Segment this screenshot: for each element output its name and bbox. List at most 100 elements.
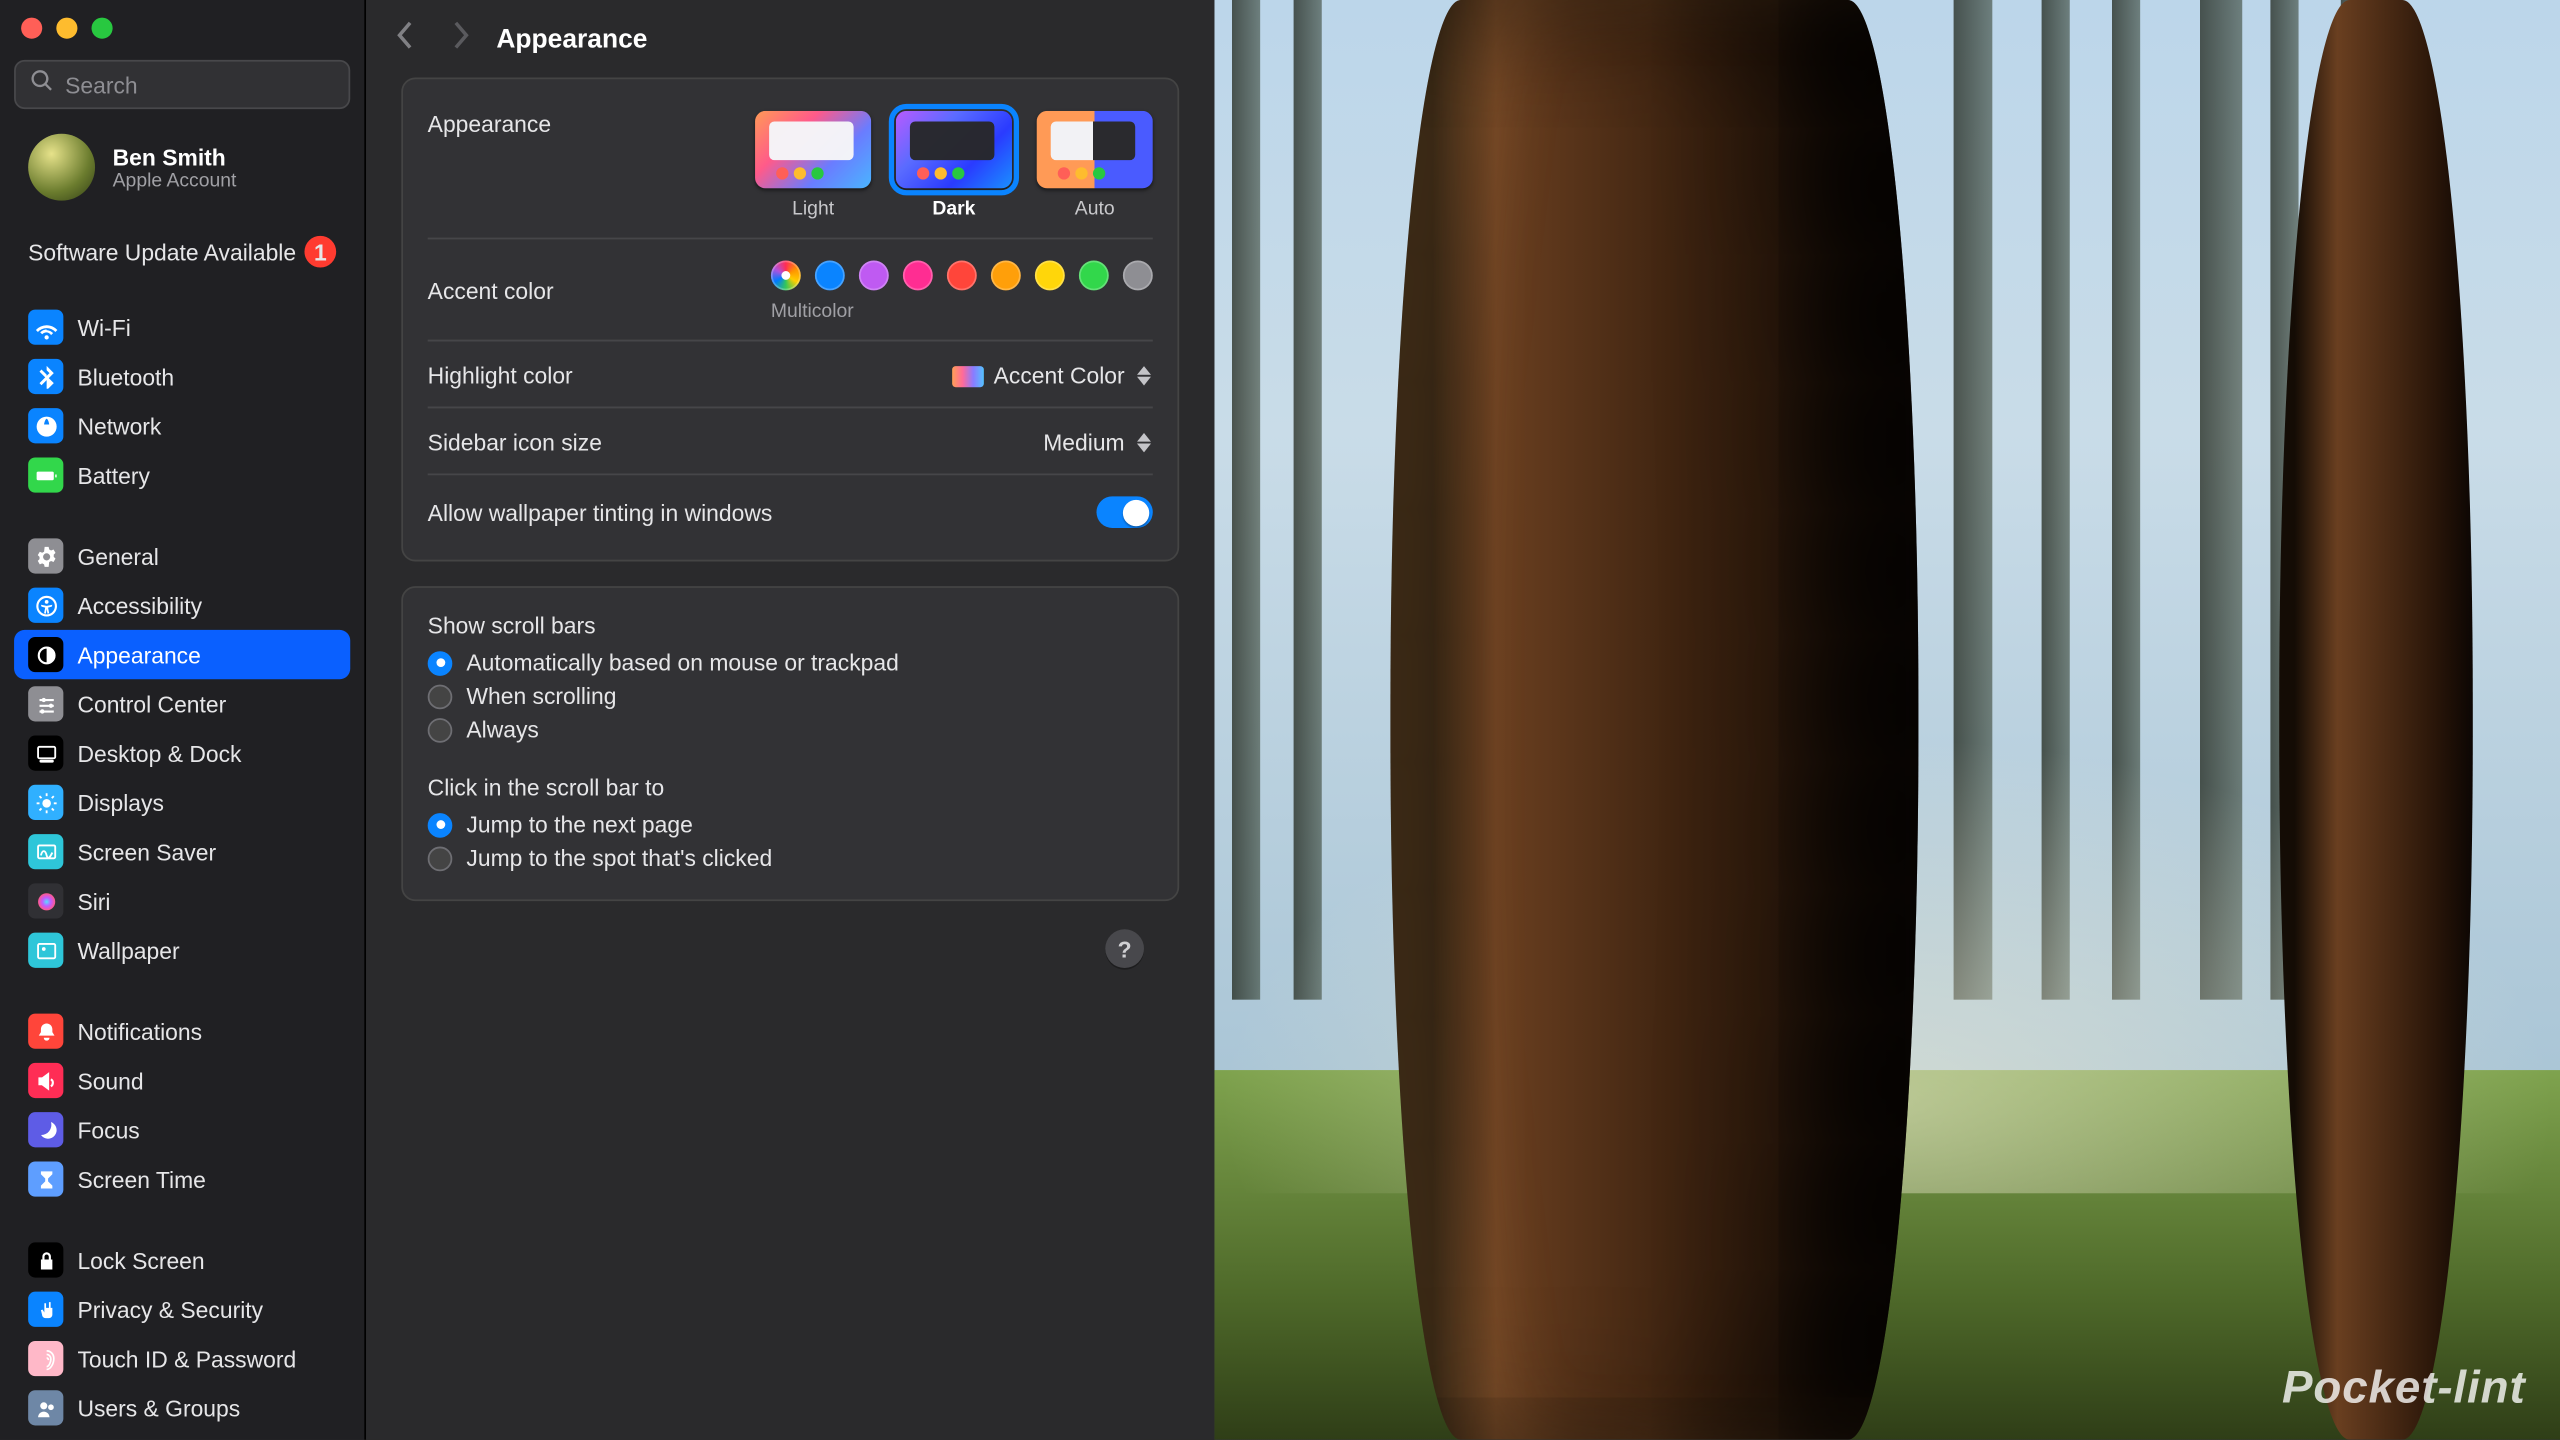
highlight-color-value: Accent Color (994, 363, 1125, 389)
sidebar-icon-size-label: Sidebar icon size (428, 429, 602, 455)
sidebar-item-privacy-security[interactable]: Privacy & Security (14, 1285, 350, 1334)
wifi-icon (28, 310, 63, 345)
nav-forward-button[interactable] (449, 20, 472, 57)
hourglass-icon (28, 1162, 63, 1197)
highlight-swatch (951, 365, 983, 386)
sidebar-item-label: Focus (77, 1117, 139, 1143)
appearance-icon (28, 637, 63, 672)
radio-label: Always (466, 716, 538, 742)
sidebar-item-label: Battery (77, 462, 149, 488)
lock-icon (28, 1243, 63, 1278)
chevron-up-down-icon (1135, 366, 1153, 385)
sidebar-item-label: Users & Groups (77, 1395, 240, 1421)
wallpaper-tinting-toggle[interactable] (1096, 496, 1152, 528)
sidebar-item-label: Screen Time (77, 1166, 205, 1192)
accent-swatch-green[interactable] (1079, 260, 1109, 290)
screensaver-icon (28, 834, 63, 869)
sidebar-item-label: Wi-Fi (77, 314, 130, 340)
dock-icon (28, 736, 63, 771)
moon-icon (28, 1112, 63, 1147)
update-count-badge: 1 (304, 236, 336, 268)
sidebar-icon-size-select[interactable]: Medium (1043, 429, 1153, 455)
sidebar: Ben Smith Apple Account Software Update … (0, 0, 366, 1440)
sidebar-item-battery[interactable]: Battery (14, 451, 350, 500)
sidebar-item-wallpaper[interactable]: Wallpaper (14, 926, 350, 975)
sidebar-item-touch-id-password[interactable]: Touch ID & Password (14, 1334, 350, 1383)
scrollbars-option-2[interactable]: Always (428, 713, 1153, 746)
sun-icon (28, 785, 63, 820)
scroll_click-option-1[interactable]: Jump to the spot that's clicked (428, 841, 1153, 874)
battery-icon (28, 458, 63, 493)
sidebar-item-screen-saver[interactable]: Screen Saver (14, 827, 350, 876)
users-icon (28, 1390, 63, 1425)
sidebar-item-appearance[interactable]: Appearance (14, 630, 350, 679)
sidebar-item-notifications[interactable]: Notifications (14, 1007, 350, 1056)
radio-label: Jump to the next page (466, 811, 692, 837)
window-controls (0, 0, 364, 53)
accent-swatch-red[interactable] (947, 260, 977, 290)
avatar (28, 134, 95, 201)
window-zoom-button[interactable] (92, 18, 113, 39)
sidebar-item-bluetooth[interactable]: Bluetooth (14, 352, 350, 401)
sidebar-item-label: Displays (77, 789, 163, 815)
radio-icon (428, 846, 453, 871)
appearance-option-light[interactable]: Light (755, 111, 871, 220)
accent-swatch-pink[interactable] (903, 260, 933, 290)
sidebar-item-focus[interactable]: Focus (14, 1105, 350, 1154)
hand-icon (28, 1292, 63, 1327)
chevron-up-down-icon (1135, 433, 1153, 452)
highlight-color-select[interactable]: Accent Color (951, 363, 1152, 389)
page-title: Appearance (496, 24, 647, 54)
sidebar-item-screen-time[interactable]: Screen Time (14, 1155, 350, 1204)
scroll-panel: Show scroll bars Automatically based on … (401, 586, 1179, 901)
accent-swatch-purple[interactable] (859, 260, 889, 290)
sidebar-item-accessibility[interactable]: Accessibility (14, 581, 350, 630)
window-minimize-button[interactable] (56, 18, 77, 39)
scroll_click-option-0[interactable]: Jump to the next page (428, 808, 1153, 841)
radio-icon (428, 812, 453, 837)
sidebar-item-users-groups[interactable]: Users & Groups (14, 1383, 350, 1432)
window-close-button[interactable] (21, 18, 42, 39)
sidebar-item-network[interactable]: Network (14, 401, 350, 450)
topbar: Appearance (366, 0, 1214, 77)
accent-swatch-yellow[interactable] (1035, 260, 1065, 290)
sidebar-item-displays[interactable]: Displays (14, 778, 350, 827)
search-input[interactable] (65, 71, 375, 97)
nav-back-button[interactable] (394, 20, 417, 57)
sidebar-item-sound[interactable]: Sound (14, 1056, 350, 1105)
accent-swatch-blue[interactable] (815, 260, 845, 290)
radio-icon (428, 717, 453, 742)
sidebar-item-label: Touch ID & Password (77, 1346, 296, 1372)
sidebar-item-siri[interactable]: Siri (14, 876, 350, 925)
siri-icon (28, 884, 63, 919)
apple-account-row[interactable]: Ben Smith Apple Account (0, 123, 364, 218)
software-update-label: Software Update Available (28, 238, 296, 264)
sidebar-item-wi-fi[interactable]: Wi-Fi (14, 303, 350, 352)
sidebar-item-general[interactable]: General (14, 532, 350, 581)
sidebar-item-label: Control Center (77, 691, 226, 717)
scrollbars-option-1[interactable]: When scrolling (428, 679, 1153, 712)
sidebar-item-label: Screen Saver (77, 839, 216, 865)
radio-label: Jump to the spot that's clicked (466, 845, 772, 871)
scroll-click-title: Click in the scroll bar to (428, 774, 1153, 807)
gear-icon (28, 539, 63, 574)
desktop-wallpaper: Pocket-lint (1214, 0, 2560, 1440)
scrollbars-option-0[interactable]: Automatically based on mouse or trackpad (428, 646, 1153, 679)
sidebar-item-control-center[interactable]: Control Center (14, 679, 350, 728)
appearance-option-label: Dark (932, 199, 975, 220)
sidebar-item-label: Bluetooth (77, 363, 174, 389)
accent-swatch-multicolor[interactable] (771, 260, 801, 290)
search-field[interactable] (14, 60, 350, 109)
sidebar-item-lock-screen[interactable]: Lock Screen (14, 1236, 350, 1285)
accent-swatch-graphite[interactable] (1123, 260, 1153, 290)
accent-swatch-orange[interactable] (991, 260, 1021, 290)
sidebar-item-desktop-dock[interactable]: Desktop & Dock (14, 729, 350, 778)
sidebar-item-label: Siri (77, 888, 110, 914)
account-name: Ben Smith (113, 143, 237, 169)
appearance-option-auto[interactable]: Auto (1037, 111, 1153, 220)
appearance-option-dark[interactable]: Dark (896, 111, 1012, 220)
bell-icon (28, 1014, 63, 1049)
watermark: Pocket-lint (2282, 1360, 2526, 1415)
help-button[interactable]: ? (1105, 929, 1144, 968)
software-update-row[interactable]: Software Update Available 1 (0, 218, 364, 292)
